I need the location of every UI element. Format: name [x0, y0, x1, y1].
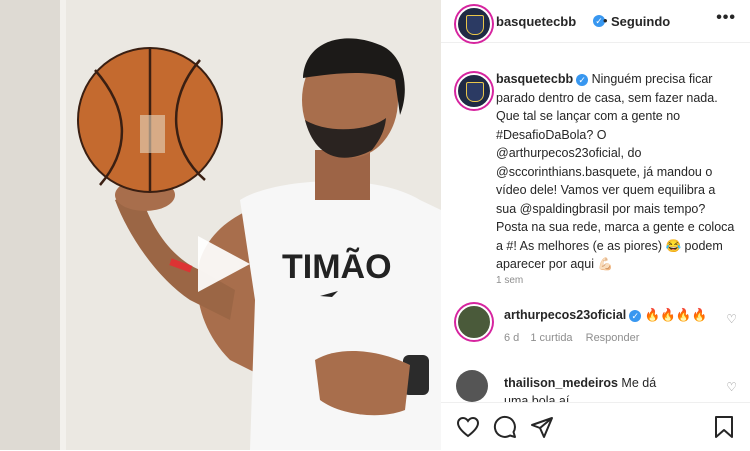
comment-body: 🔥🔥🔥🔥 [644, 308, 708, 322]
avatar[interactable] [456, 6, 492, 42]
comment-username[interactable]: arthurpecos23oficial [504, 308, 626, 322]
shirt-text: TIMÃO [282, 248, 392, 286]
commenter-avatar[interactable] [456, 304, 492, 340]
like-comment-icon[interactable]: ♡ [726, 380, 737, 394]
following-button[interactable]: Seguindo [611, 14, 670, 29]
verified-icon: ✓ [629, 309, 642, 322]
video-player[interactable]: TIMÃO [0, 0, 441, 450]
comment-text-row: thailison_medeiros Me dá uma bola aí [504, 374, 674, 402]
post-author-username[interactable]: basquetecbb [496, 14, 576, 29]
caption-username[interactable]: basquetecbb [496, 72, 573, 86]
comment-item: thailison_medeiros Me dá uma bola aí ♡ [453, 368, 743, 402]
cbb-logo [466, 82, 484, 102]
comment-text-row: arthurpecos23oficial ✓ 🔥🔥🔥🔥 [504, 308, 707, 323]
comment-meta: 6 d 1 curtida Responder [504, 332, 639, 344]
post-sidebar: basquetecbb ✓ • Seguindo ••• basquetecbb… [441, 0, 750, 451]
share-icon[interactable] [530, 415, 554, 439]
comment-item: arthurpecos23oficial ✓ 🔥🔥🔥🔥 6 d 1 curtida… [453, 302, 743, 362]
caption-text: basquetecbb ✓ Ninguém precisa ficar parad… [496, 70, 736, 274]
caption-timestamp[interactable]: 1 sem [496, 275, 523, 286]
comment-likes[interactable]: 1 curtida [530, 332, 572, 344]
cbb-logo [466, 15, 484, 35]
post-header: basquetecbb ✓ • Seguindo ••• [441, 0, 750, 43]
more-options-icon[interactable]: ••• [716, 9, 736, 27]
play-icon[interactable] [192, 234, 252, 294]
action-bar [441, 402, 750, 451]
caption-avatar[interactable] [456, 73, 492, 109]
comment-icon[interactable] [493, 415, 517, 439]
bookmark-icon[interactable] [713, 415, 735, 439]
commenter-avatar[interactable] [456, 370, 488, 402]
like-comment-icon[interactable]: ♡ [726, 312, 737, 326]
comment-time[interactable]: 6 d [504, 332, 519, 344]
separator-dot: • [603, 13, 608, 28]
heart-icon[interactable] [456, 415, 480, 439]
verified-icon: ✓ [576, 73, 589, 86]
reply-button[interactable]: Responder [586, 332, 640, 344]
comment-username[interactable]: thailison_medeiros [504, 376, 618, 390]
video-frame: TIMÃO [0, 0, 441, 450]
caption-body: Ninguém precisa ficar parado dentro de c… [496, 72, 735, 271]
